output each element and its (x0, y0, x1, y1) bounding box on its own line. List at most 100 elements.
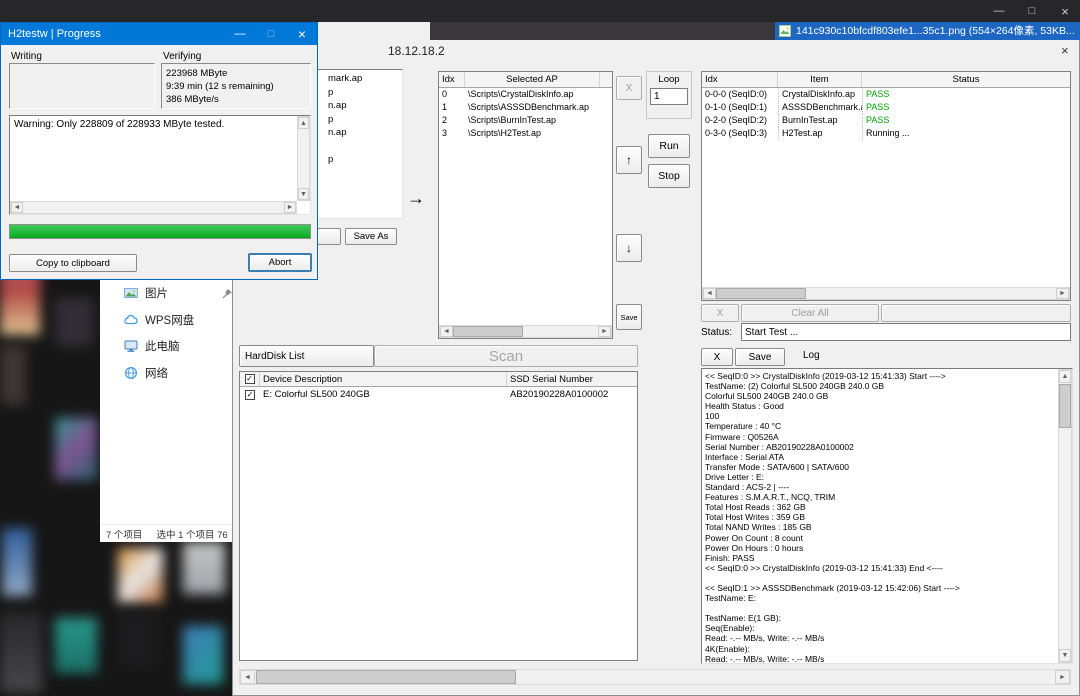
scroll-left-icon[interactable]: ◄ (11, 202, 23, 213)
select-all-checkbox-cell[interactable]: ✓ (240, 372, 260, 386)
save-as-button[interactable]: Save As (345, 228, 397, 245)
scroll-left-icon[interactable]: ◄ (440, 326, 453, 337)
maximize-icon: □ (256, 23, 286, 45)
h2testw-titlebar[interactable]: H2testw | Progress — □ × (1, 23, 317, 45)
checkbox-checked-icon[interactable]: ✓ (245, 390, 255, 400)
device-row[interactable]: ✓ E: Colorful SL500 240GB AB20190228A010… (240, 387, 637, 403)
checkbox-checked-icon[interactable]: ✓ (245, 374, 255, 384)
status-value-field[interactable] (741, 323, 1071, 341)
sidebar-item-this-pc[interactable]: 此电脑 (100, 333, 232, 359)
close-icon[interactable]: × (287, 23, 317, 45)
sidebar-item-wps-cloud[interactable]: WPS网盘 (100, 307, 232, 333)
save-list-button[interactable]: Save (616, 304, 642, 330)
desktop-thumbnail[interactable] (0, 612, 42, 692)
writing-label: Writing (11, 51, 42, 62)
status-col-status[interactable]: Status (862, 72, 1070, 87)
selected-file-row[interactable]: 141c930c10bfcdf803efe1...35c1.png (554×2… (775, 21, 1080, 40)
desktop-thumbnail[interactable] (55, 298, 93, 346)
scrollbar-thumb[interactable] (256, 670, 516, 684)
app-close-icon[interactable]: × (1061, 43, 1069, 58)
scrollbar-thumb[interactable] (453, 326, 523, 337)
ssd-test-tool-window: 18.12.18.2 × mark.ap p n.ap p n.ap p Sav… (232, 15, 1080, 696)
item-count: 7 个项目 (106, 527, 142, 541)
selected-ap-row[interactable]: 0 \Scripts\CrystalDiskInfo.ap (439, 88, 612, 101)
remove-ap-button[interactable]: X (616, 76, 642, 100)
selected-ap-col-idx[interactable]: Idx (439, 72, 465, 87)
log-vscrollbar[interactable]: ▲ ▼ (1058, 369, 1072, 663)
selected-file-name: 141c930c10bfcdf803efe1...35c1.png (554×2… (796, 23, 1075, 38)
warning-textarea[interactable]: Warning: Only 228809 of 228933 MByte tes… (9, 115, 311, 215)
desktop-thumbnail[interactable] (183, 626, 223, 684)
desktop-thumbnail[interactable] (2, 528, 32, 596)
device-serial: AB20190228A0100002 (507, 387, 637, 403)
progress-bar (9, 224, 311, 239)
log-textarea[interactable]: << SeqID:0 >> CrystalDiskInfo (2019-03-1… (701, 368, 1073, 664)
log-save-button[interactable]: Save (735, 348, 785, 366)
selected-ap-row[interactable]: 2 \Scripts\BurnInTest.ap (439, 114, 612, 127)
scroll-down-icon[interactable]: ▼ (1059, 649, 1071, 662)
device-col-description[interactable]: Device Description (260, 372, 507, 386)
clear-x-button[interactable]: X (701, 304, 739, 322)
sidebar-item-pictures[interactable]: 图片 (100, 280, 232, 306)
desktop-thumbnail[interactable] (55, 418, 97, 480)
scroll-up-icon[interactable]: ▲ (1059, 370, 1071, 383)
desktop-thumbnail[interactable] (183, 542, 225, 594)
scrollbar-thumb[interactable] (1059, 384, 1071, 428)
bottom-hscrollbar[interactable]: ◄ ► (239, 669, 1071, 685)
scroll-left-icon[interactable]: ◄ (240, 670, 255, 684)
explorer-nav-pane: 图片 WPS网盘 此电脑 网络 (100, 280, 232, 542)
scan-button[interactable]: Scan (374, 345, 638, 367)
close-icon[interactable]: × (1050, 0, 1080, 22)
status-col-idx[interactable]: Idx (702, 72, 778, 87)
status-row[interactable]: 0-0-0 (SeqID:0) CrystalDiskInfo.ap PASS (702, 88, 1070, 101)
warning-vscrollbar[interactable]: ▲ ▼ (297, 116, 310, 201)
warning-hscrollbar[interactable]: ◄ ► (10, 201, 297, 214)
selected-ap-row[interactable]: 1 \Scripts\ASSSDBenchmark.ap (439, 101, 612, 114)
selected-ap-row[interactable]: 3 \Scripts\H2Test.ap (439, 127, 612, 140)
pictures-icon (124, 286, 138, 300)
selected-ap-col-ap[interactable]: Selected AP (465, 72, 600, 87)
spare-button[interactable] (881, 304, 1071, 322)
status-table-hscrollbar[interactable]: ◄ ► (702, 287, 1070, 300)
device-description: E: Colorful SL500 240GB (260, 387, 507, 403)
explorer-status-bar: 7 个项目 选中 1 个项目 76 (100, 524, 232, 542)
run-button[interactable]: Run (648, 134, 690, 158)
verifying-label: Verifying (163, 51, 201, 62)
scroll-right-icon[interactable]: ► (1055, 670, 1070, 684)
status-label: Status: (701, 327, 732, 338)
scroll-up-icon[interactable]: ▲ (298, 117, 309, 129)
desktop-thumbnail[interactable] (118, 610, 158, 668)
desktop-thumbnail[interactable] (118, 548, 163, 603)
status-row[interactable]: 0-3-0 (SeqID:3) H2Test.ap Running ... (702, 127, 1070, 140)
h2testw-window: H2testw | Progress — □ × Writing Verifyi… (0, 22, 318, 280)
loop-count-input[interactable] (650, 88, 688, 105)
sidebar-item-network[interactable]: 网络 (100, 360, 232, 386)
status-col-item[interactable]: Item (778, 72, 862, 87)
status-row[interactable]: 0-2-0 (SeqID:2) BurnInTest.ap PASS (702, 114, 1070, 127)
stop-button[interactable]: Stop (648, 164, 690, 188)
pin-icon[interactable] (222, 288, 232, 299)
scroll-right-icon[interactable]: ► (1056, 288, 1069, 299)
clear-all-button[interactable]: Clear All (741, 304, 879, 322)
device-col-serial[interactable]: SSD Serial Number (507, 372, 637, 386)
scroll-down-icon[interactable]: ▼ (298, 188, 309, 200)
abort-button[interactable]: Abort (248, 253, 312, 272)
minimize-icon[interactable]: — (984, 0, 1014, 22)
copy-to-clipboard-button[interactable]: Copy to clipboard (9, 254, 137, 272)
selected-ap-header: Idx Selected AP (439, 72, 612, 88)
move-up-button[interactable]: ↑ (616, 146, 642, 174)
selected-ap-hscrollbar[interactable]: ◄ ► (439, 325, 612, 338)
status-row[interactable]: 0-1-0 (SeqID:1) ASSSDBenchmark.ap PASS (702, 101, 1070, 114)
png-file-icon (779, 25, 791, 37)
minimize-icon[interactable]: — (225, 23, 255, 45)
log-x-button[interactable]: X (701, 348, 733, 366)
desktop-thumbnail[interactable] (55, 618, 97, 673)
maximize-icon[interactable]: □ (1017, 0, 1047, 22)
scroll-right-icon[interactable]: ► (284, 202, 296, 213)
scroll-right-icon[interactable]: ► (598, 326, 611, 337)
move-down-button[interactable]: ↓ (616, 234, 642, 262)
scrollbar-thumb[interactable] (716, 288, 806, 299)
selected-count: 选中 1 个项目 76 (156, 527, 227, 541)
desktop-thumbnail[interactable] (0, 345, 26, 405)
scroll-left-icon[interactable]: ◄ (703, 288, 716, 299)
